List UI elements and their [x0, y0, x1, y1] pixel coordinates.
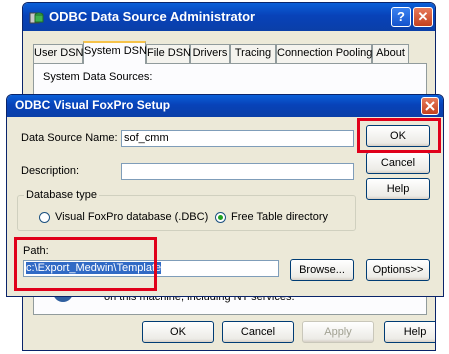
- options-button[interactable]: Options>>: [366, 259, 430, 281]
- admin-cancel-button[interactable]: Cancel: [222, 321, 294, 343]
- admin-help-button[interactable]: Help: [384, 321, 435, 343]
- tab-about[interactable]: About: [372, 44, 409, 63]
- close-icon: [425, 101, 435, 111]
- admin-titlebar: ODBC Data Source Administrator ? ✕: [23, 3, 435, 31]
- radio-visual-foxpro-database[interactable]: [39, 212, 50, 223]
- tab-tracing[interactable]: Tracing: [230, 44, 276, 63]
- setup-close-button[interactable]: [421, 97, 439, 115]
- setup-titlebar: ODBC Visual FoxPro Setup: [7, 95, 443, 117]
- database-type-group: Database type: [17, 189, 356, 231]
- help-title-button[interactable]: ?: [391, 7, 411, 27]
- setup-help-button[interactable]: Help: [366, 178, 430, 200]
- data-source-name-label: Data Source Name:: [21, 132, 118, 144]
- data-source-name-input[interactable]: sof_cmm: [121, 130, 354, 147]
- radio-free-table-directory[interactable]: [215, 212, 226, 223]
- tab-file-dsn[interactable]: File DSN: [146, 44, 191, 63]
- browse-button[interactable]: Browse...: [290, 259, 354, 281]
- tab-connection-pooling[interactable]: Connection Pooling: [276, 44, 372, 63]
- odbc-app-icon: [29, 12, 44, 24]
- close-title-button[interactable]: ✕: [413, 7, 433, 27]
- setup-cancel-button[interactable]: Cancel: [366, 152, 430, 174]
- admin-apply-button[interactable]: Apply: [302, 321, 374, 343]
- system-sources-label: System Data Sources:: [43, 71, 153, 83]
- radio-free-table-directory-label: Free Table directory: [231, 211, 329, 223]
- radio-visual-foxpro-database-label: Visual FoxPro database (.DBC): [55, 211, 209, 223]
- database-type-legend: Database type: [24, 189, 99, 201]
- setup-title: ODBC Visual FoxPro Setup: [15, 98, 171, 112]
- admin-title: ODBC Data Source Administrator: [49, 9, 256, 24]
- tab-system-dsn[interactable]: System DSN: [83, 41, 147, 64]
- path-highlight-box: [14, 237, 157, 291]
- description-input[interactable]: [121, 163, 354, 180]
- tab-drivers[interactable]: Drivers: [190, 44, 230, 63]
- description-label: Description:: [21, 165, 80, 177]
- ok-highlight-box: [357, 118, 441, 153]
- admin-ok-button[interactable]: OK: [142, 321, 214, 343]
- tab-user-dsn[interactable]: User DSN: [33, 44, 84, 63]
